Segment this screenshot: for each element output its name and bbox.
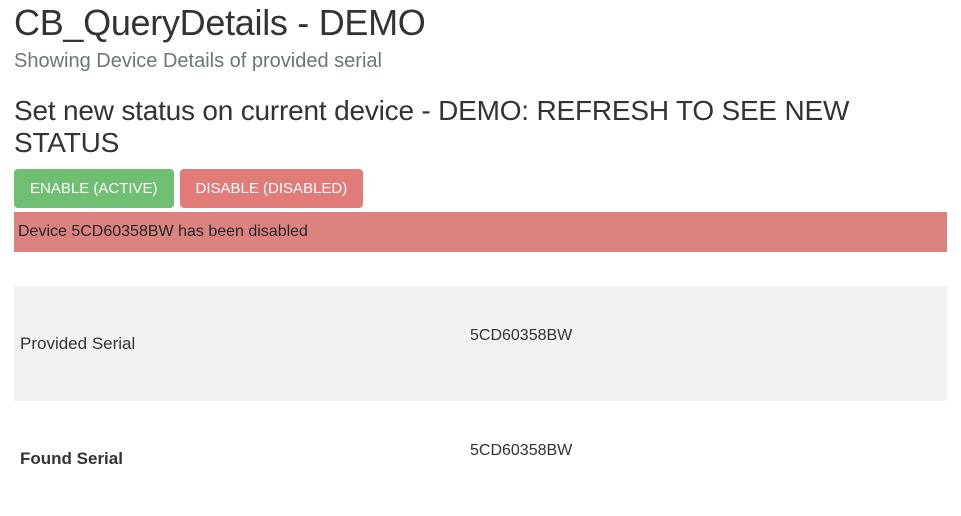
page-subtitle: Showing Device Details of provided seria… bbox=[14, 50, 947, 73]
status-button-row: ENABLE (ACTIVE) DISABLE (DISABLED) bbox=[14, 169, 947, 208]
detail-label: Found Serial bbox=[20, 449, 470, 469]
page-title: CB_QueryDetails - DEMO bbox=[14, 2, 947, 44]
detail-row-provided-serial: Provided Serial 5CD60358BW bbox=[14, 286, 947, 401]
detail-value: 5CD60358BW bbox=[470, 442, 941, 460]
status-alert: Device 5CD60358BW has been disabled bbox=[14, 212, 947, 252]
enable-button[interactable]: ENABLE (ACTIVE) bbox=[14, 169, 174, 208]
detail-label: Provided Serial bbox=[20, 334, 470, 354]
disable-button[interactable]: DISABLE (DISABLED) bbox=[180, 169, 364, 208]
detail-value: 5CD60358BW bbox=[470, 327, 941, 345]
detail-row-found-serial: Found Serial 5CD60358BW bbox=[14, 401, 947, 516]
status-heading: Set new status on current device - DEMO:… bbox=[14, 95, 947, 159]
